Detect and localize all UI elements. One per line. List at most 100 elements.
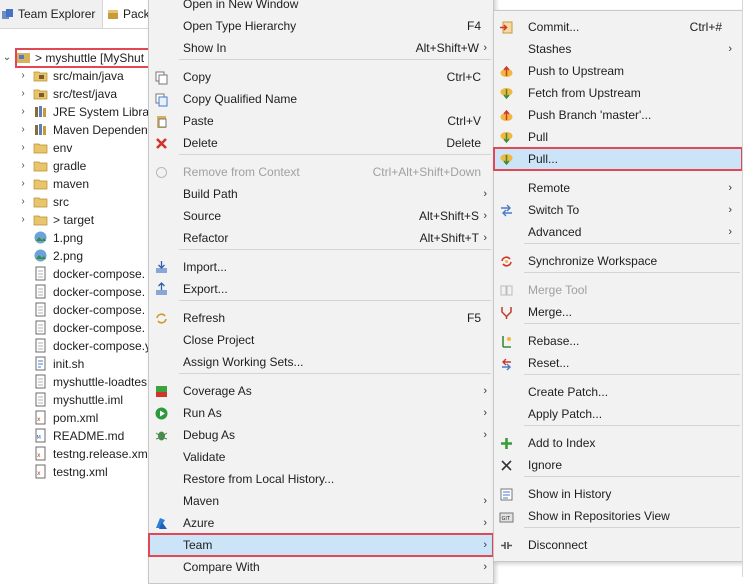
tree-item[interactable]: docker-compose.y — [0, 337, 150, 355]
team-menu-item-disconnect[interactable]: Disconnect — [494, 534, 742, 556]
expand-chevron-icon[interactable]: ⌄ — [2, 49, 12, 67]
team-menu-item-show-in-repositories-view[interactable]: GIT Show in Repositories View — [494, 505, 742, 527]
team-menu-item-advanced[interactable]: Advanced › — [494, 221, 742, 243]
menu-separator — [179, 154, 491, 155]
menu-separator — [524, 425, 740, 426]
menu-item-label: Pull... — [528, 152, 559, 166]
expand-chevron-icon[interactable]: › — [18, 103, 28, 121]
menu-item-label: Paste — [183, 114, 214, 128]
tree-item[interactable]: docker-compose. — [0, 319, 150, 337]
tree-item[interactable]: docker-compose. — [0, 265, 150, 283]
context-menu-item-coverage-as[interactable]: Coverage As › — [149, 380, 493, 402]
expand-chevron-icon[interactable]: › — [18, 85, 28, 103]
context-menu-item-open-in-new-window[interactable]: Open in New Window — [149, 0, 493, 15]
tree-item-label: Maven Dependencies — [53, 123, 150, 137]
team-menu-item-switch-to[interactable]: Switch To › — [494, 199, 742, 221]
team-menu-item-rebase[interactable]: Rebase... — [494, 330, 742, 352]
file-icon — [33, 338, 47, 353]
expand-chevron-icon[interactable]: › — [18, 121, 28, 139]
tab-team-explorer[interactable]: Team Explorer — [2, 0, 95, 28]
context-menu-item-open-type-hierarchy[interactable]: Open Type Hierarchy F4 — [149, 15, 493, 37]
context-menu-item-delete[interactable]: Delete Delete — [149, 132, 493, 154]
tree-item[interactable]: docker-compose. — [0, 301, 150, 319]
tree-item[interactable]: › env — [0, 139, 150, 157]
context-menu-item-remove-from-context[interactable]: Remove from Context Ctrl+Alt+Shift+Down — [149, 161, 493, 183]
tree-item[interactable]: › JRE System Library — [0, 103, 150, 121]
team-menu-item-pull[interactable]: Pull — [494, 126, 742, 148]
team-menu-item-remote[interactable]: Remote › — [494, 177, 742, 199]
context-menu-item-restore-from-local-history[interactable]: Restore from Local History... — [149, 468, 493, 490]
expand-chevron-icon[interactable]: › — [18, 139, 28, 157]
team-menu-item-push-to-upstream[interactable]: Push to Upstream — [494, 60, 742, 82]
team-menu-item-ignore[interactable]: Ignore — [494, 454, 742, 476]
context-menu-item-close-project[interactable]: Close Project — [149, 329, 493, 351]
team-menu-item-stashes[interactable]: Stashes › — [494, 38, 742, 60]
menu-item-label: Open in New Window — [183, 0, 299, 11]
team-menu-item-pull[interactable]: Pull... — [493, 147, 743, 171]
team-menu-item-add-to-index[interactable]: Add to Index — [494, 432, 742, 454]
tree-item[interactable]: › Maven Dependencies — [0, 121, 150, 139]
context-menu-item-source[interactable]: Source Alt+Shift+S › — [149, 205, 493, 227]
context-menu-item-assign-working-sets[interactable]: Assign Working Sets... — [149, 351, 493, 373]
submenu-arrow-icon: › — [728, 43, 732, 55]
menu-separator — [524, 170, 740, 171]
tree-item[interactable]: 2.png — [0, 247, 150, 265]
context-menu-item-azure[interactable]: Azure › — [149, 512, 493, 534]
team-menu-item-reset[interactable]: Reset... — [494, 352, 742, 374]
context-menu-item-refresh[interactable]: Refresh F5 — [149, 307, 493, 329]
context-menu-item-team[interactable]: Team › — [148, 533, 494, 557]
tree-item[interactable]: › gradle — [0, 157, 150, 175]
team-menu-item-merge[interactable]: Merge... — [494, 301, 742, 323]
tree-item[interactable]: › > target — [0, 211, 150, 229]
menu-item-label: Show in History — [528, 487, 612, 501]
expand-chevron-icon[interactable]: › — [18, 193, 28, 211]
team-menu-item-fetch-from-upstream[interactable]: Fetch from Upstream — [494, 82, 742, 104]
tree-item-label: gradle — [53, 159, 87, 173]
tree-item[interactable]: 1.png — [0, 229, 150, 247]
tree-item[interactable]: myshuttle-loadtes — [0, 373, 150, 391]
context-menu-item-refactor[interactable]: Refactor Alt+Shift+T › — [149, 227, 493, 249]
tree-item[interactable]: docker-compose. — [0, 283, 150, 301]
team-menu-item-push-branch-master[interactable]: Push Branch 'master'... — [494, 104, 742, 126]
team-menu-item-commit[interactable]: Commit... Ctrl+# — [494, 16, 742, 38]
context-menu-item-debug-as[interactable]: Debug As › — [149, 424, 493, 446]
tree-item[interactable]: x pom.xml — [0, 409, 150, 427]
tree-item[interactable]: › src — [0, 193, 150, 211]
context-menu-item-copy-qualified-name[interactable]: Copy Qualified Name — [149, 88, 493, 110]
tree-item[interactable]: x testng.xml — [0, 463, 150, 481]
context-menu-item-show-in[interactable]: Show In Alt+Shift+W › — [149, 37, 493, 59]
context-menu-item-build-path[interactable]: Build Path › — [149, 183, 493, 205]
tree-item[interactable]: x testng.release.xml — [0, 445, 150, 463]
menu-item-shortcut: Delete — [446, 136, 481, 150]
svg-text:x: x — [37, 452, 41, 459]
file-icon — [33, 266, 47, 281]
expand-chevron-icon[interactable]: › — [18, 157, 28, 175]
context-menu-item-copy[interactable]: Copy Ctrl+C — [149, 66, 493, 88]
submenu-arrow-icon: › — [728, 204, 732, 216]
tree-item[interactable]: › maven — [0, 175, 150, 193]
context-menu-item-validate[interactable]: Validate — [149, 446, 493, 468]
tree-item[interactable]: M README.md — [0, 427, 150, 445]
expand-chevron-icon[interactable]: › — [18, 67, 28, 85]
context-menu-item-run-as[interactable]: Run As › — [149, 402, 493, 424]
context-menu-item-maven[interactable]: Maven › — [149, 490, 493, 512]
tree-item[interactable]: › src/test/java — [0, 85, 150, 103]
menu-separator — [524, 323, 740, 324]
tree-item[interactable]: › src/main/java — [0, 67, 150, 85]
team-menu-item-show-in-history[interactable]: Show in History — [494, 483, 742, 505]
expand-chevron-icon[interactable]: › — [18, 175, 28, 193]
team-menu-item-merge-tool[interactable]: Merge Tool — [494, 279, 742, 301]
context-menu-item-compare-with[interactable]: Compare With › — [149, 556, 493, 578]
tree-item[interactable]: init.sh — [0, 355, 150, 373]
context-menu-item-paste[interactable]: Paste Ctrl+V — [149, 110, 493, 132]
context-menu-item-export[interactable]: Export... — [149, 278, 493, 300]
team-menu-item-synchronize-workspace[interactable]: Synchronize Workspace — [494, 250, 742, 272]
context-menu-item-import[interactable]: Import... — [149, 256, 493, 278]
team-menu-item-apply-patch[interactable]: Apply Patch... — [494, 403, 742, 425]
menu-item-label: Merge Tool — [528, 283, 588, 297]
team-menu-item-create-patch[interactable]: Create Patch... — [494, 381, 742, 403]
menu-separator — [524, 476, 740, 477]
tree-item[interactable]: myshuttle.iml — [0, 391, 150, 409]
copy-icon — [154, 70, 169, 85]
expand-chevron-icon[interactable]: › — [18, 211, 28, 229]
